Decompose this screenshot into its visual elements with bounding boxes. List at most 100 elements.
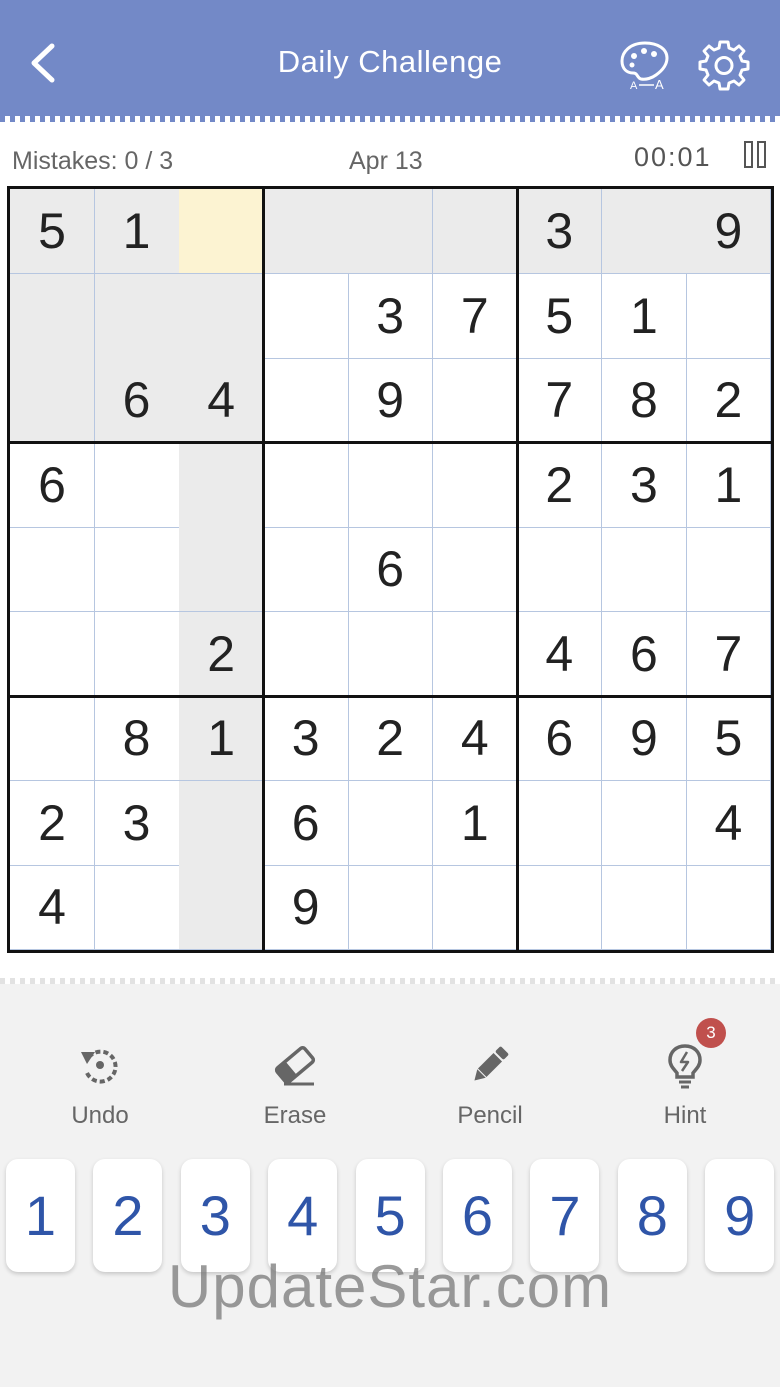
grid-cell-r3c4[interactable] xyxy=(263,358,349,444)
grid-cell-r1c1[interactable]: 5 xyxy=(10,189,95,274)
grid-cell-r1c6[interactable] xyxy=(432,189,518,274)
grid-cell-r1c2[interactable]: 1 xyxy=(94,189,180,274)
grid-cell-r7c7[interactable]: 6 xyxy=(517,696,603,782)
grid-cell-r3c6[interactable] xyxy=(432,358,518,444)
grid-cell-r7c3[interactable]: 1 xyxy=(179,696,265,782)
grid-cell-r5c6[interactable] xyxy=(432,527,518,613)
grid-cell-r3c3[interactable]: 4 xyxy=(179,358,265,444)
grid-cell-r9c3[interactable] xyxy=(179,865,265,951)
grid-cell-r3c1[interactable] xyxy=(10,358,95,444)
grid-cell-r1c3[interactable] xyxy=(179,189,265,274)
grid-cell-r2c2[interactable] xyxy=(94,273,180,359)
app-header: Daily Challenge A A xyxy=(0,0,780,118)
grid-cell-r6c5[interactable] xyxy=(348,611,434,697)
pause-button[interactable] xyxy=(742,139,770,171)
grid-cell-r8c9[interactable]: 4 xyxy=(686,780,772,866)
pencil-icon xyxy=(474,1046,509,1081)
svg-text:A: A xyxy=(655,77,664,92)
hint-label: Hint xyxy=(663,1102,707,1129)
undo-button[interactable]: Undo xyxy=(30,1032,170,1132)
grid-cell-r6c1[interactable] xyxy=(10,611,95,697)
grid-cell-r9c9[interactable] xyxy=(686,865,772,951)
grid-cell-r1c5[interactable] xyxy=(348,189,434,274)
grid-cell-r8c3[interactable] xyxy=(179,780,265,866)
theme-button[interactable]: A A xyxy=(618,38,672,92)
grid-cell-r6c7[interactable]: 4 xyxy=(517,611,603,697)
grid-cell-r3c2[interactable]: 6 xyxy=(94,358,180,444)
hint-button[interactable]: Hint xyxy=(615,1032,755,1132)
settings-button[interactable] xyxy=(697,38,751,92)
grid-cell-r4c3[interactable] xyxy=(179,442,265,528)
grid-cell-r5c8[interactable] xyxy=(601,527,687,613)
grid-cell-r9c1[interactable]: 4 xyxy=(10,865,95,951)
grid-cell-r8c4[interactable]: 6 xyxy=(263,780,349,866)
grid-cell-r5c1[interactable] xyxy=(10,527,95,613)
grid-cell-r3c7[interactable]: 7 xyxy=(517,358,603,444)
grid-cell-r4c4[interactable] xyxy=(263,442,349,528)
grid-cell-r9c2[interactable] xyxy=(94,865,180,951)
grid-cell-r3c5[interactable]: 9 xyxy=(348,358,434,444)
grid-cell-r6c9[interactable]: 7 xyxy=(686,611,772,697)
grid-cell-r2c8[interactable]: 1 xyxy=(601,273,687,359)
pencil-button[interactable]: Pencil xyxy=(420,1032,560,1132)
grid-cell-r5c3[interactable] xyxy=(179,527,265,613)
grid-cell-r4c5[interactable] xyxy=(348,442,434,528)
grid-cell-r6c8[interactable]: 6 xyxy=(601,611,687,697)
grid-cell-r5c4[interactable] xyxy=(263,527,349,613)
grid-cell-r1c8[interactable] xyxy=(601,189,687,274)
grid-cell-r3c8[interactable]: 8 xyxy=(601,358,687,444)
grid-cell-r4c1[interactable]: 6 xyxy=(10,442,95,528)
grid-cell-r5c7[interactable] xyxy=(517,527,603,613)
grid-cell-r9c6[interactable] xyxy=(432,865,518,951)
grid-cell-r6c2[interactable] xyxy=(94,611,180,697)
grid-cell-r4c8[interactable]: 3 xyxy=(601,442,687,528)
grid-cell-r2c7[interactable]: 5 xyxy=(517,273,603,359)
grid-cell-r2c1[interactable] xyxy=(10,273,95,359)
grid-cell-r1c4[interactable] xyxy=(263,189,349,274)
grid-cell-r4c9[interactable]: 1 xyxy=(686,442,772,528)
grid-cell-r7c9[interactable]: 5 xyxy=(686,696,772,782)
grid-cell-r7c5[interactable]: 2 xyxy=(348,696,434,782)
grid-cell-r5c5[interactable]: 6 xyxy=(348,527,434,613)
gear-icon xyxy=(698,40,750,91)
grid-cell-r1c7[interactable]: 3 xyxy=(517,189,603,274)
grid-cell-r4c7[interactable]: 2 xyxy=(517,442,603,528)
grid-cell-r1c9[interactable]: 9 xyxy=(686,189,772,274)
sudoku-grid: 51393751649782623162467813246952361449 xyxy=(7,186,774,953)
grid-cell-r9c7[interactable] xyxy=(517,865,603,951)
grid-cell-r7c4[interactable]: 3 xyxy=(263,696,349,782)
grid-cell-r2c3[interactable] xyxy=(179,273,265,359)
grid-cell-r5c9[interactable] xyxy=(686,527,772,613)
box-divider-vertical xyxy=(262,189,266,950)
grid-cell-r7c6[interactable]: 4 xyxy=(432,696,518,782)
grid-cell-r4c2[interactable] xyxy=(94,442,180,528)
grid-cell-r5c2[interactable] xyxy=(94,527,180,613)
grid-cell-r8c6[interactable]: 1 xyxy=(432,780,518,866)
box-divider-horizontal xyxy=(10,694,771,698)
grid-cell-r3c9[interactable]: 2 xyxy=(686,358,772,444)
grid-cell-r8c8[interactable] xyxy=(601,780,687,866)
grid-cell-r7c1[interactable] xyxy=(10,696,95,782)
box-divider-vertical xyxy=(515,189,519,950)
grid-cell-r9c4[interactable]: 9 xyxy=(263,865,349,951)
erase-button[interactable]: Erase xyxy=(225,1032,365,1132)
grid-cell-r8c7[interactable] xyxy=(517,780,603,866)
grid-cell-r4c6[interactable] xyxy=(432,442,518,528)
grid-cell-r2c6[interactable]: 7 xyxy=(432,273,518,359)
grid-cell-r6c4[interactable] xyxy=(263,611,349,697)
grid-cell-r7c8[interactable]: 9 xyxy=(601,696,687,782)
grid-cell-r8c5[interactable] xyxy=(348,780,434,866)
grid-cell-r7c2[interactable]: 8 xyxy=(94,696,180,782)
hint-count-badge: 3 xyxy=(696,1018,726,1048)
grid-cell-r6c6[interactable] xyxy=(432,611,518,697)
pencil-label: Pencil xyxy=(457,1102,523,1129)
grid-cell-r2c4[interactable] xyxy=(263,273,349,359)
grid-cell-r2c5[interactable]: 3 xyxy=(348,273,434,359)
grid-cell-r9c5[interactable] xyxy=(348,865,434,951)
grid-cell-r9c8[interactable] xyxy=(601,865,687,951)
grid-cell-r8c2[interactable]: 3 xyxy=(94,780,180,866)
grid-cell-r2c9[interactable] xyxy=(686,273,772,359)
grid-cell-r6c3[interactable]: 2 xyxy=(179,611,265,697)
undo-icon xyxy=(81,1049,118,1084)
grid-cell-r8c1[interactable]: 2 xyxy=(10,780,95,866)
